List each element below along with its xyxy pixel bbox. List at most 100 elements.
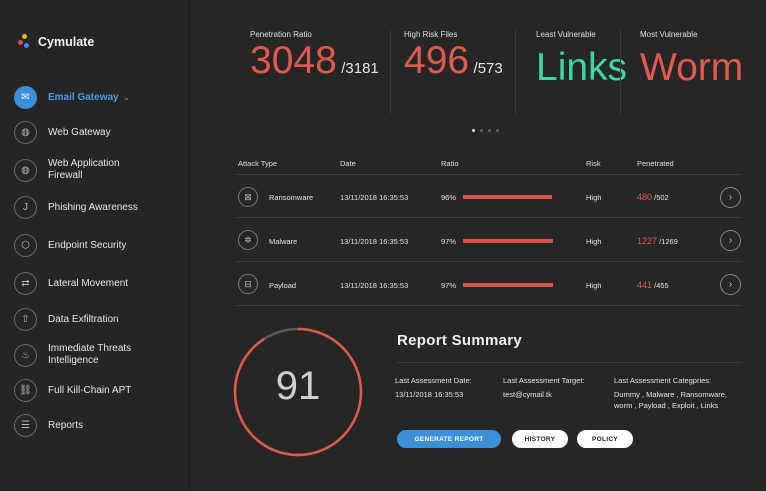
attack-type: Ransomware [269,193,314,202]
stat-value: Worm [640,46,744,89]
chevron-right-icon: › [728,192,733,203]
row-details-button[interactable]: › [720,230,741,251]
sidebar-item-label: Phishing Awareness [48,201,138,213]
penetrated-value: 441 [637,280,653,290]
sidebar-item-email-gateway[interactable]: ✉ Email Gateway ⌄ [14,86,184,109]
app-name: Cymulate [38,35,95,49]
column-header-attack-type: Attack Type [238,159,278,168]
shield-icon: ⬡ [14,234,37,257]
sidebar-item-label: Email Gateway [48,91,119,103]
divider [515,30,516,114]
sidebar-item-data-exfiltration[interactable]: ⇧ Data Exfiltration [14,308,184,331]
attack-risk: High [586,237,602,246]
carousel-dot[interactable] [480,129,483,132]
chevron-right-icon: › [728,235,733,246]
column-header-risk: Risk [586,159,601,168]
sidebar-item-web-gateway[interactable]: ◍ Web Gateway [14,121,184,144]
carousel-dots [472,129,499,132]
penetrated-count: 441 /455 [637,280,669,290]
sidebar-item-label: Full Kill-Chain APT [48,384,132,396]
divider [236,174,742,175]
attack-date: 13/11/2018 16:35:53 [340,193,409,202]
stat-value: Links [536,46,628,89]
sidebar-item-label: Web Gateway [48,126,111,138]
sidebar-item-label: Web Application Firewall [48,158,120,181]
last-assessment-target-value: test@cymail.tk [503,390,552,399]
sidebar-item-full-kill-chain-apt[interactable]: ⛓ Full Kill-Chain APT [14,379,184,402]
penetrated-total: /1269 [659,237,678,246]
penetrated-value: 480 [637,192,653,202]
divider [236,261,742,262]
attack-ratio: 96% [441,193,457,202]
penetrated-count: 480 /502 [637,192,669,202]
sidebar-item-label: Reports [48,419,84,431]
sidebar-item-web-application-firewall[interactable]: ◍ Web Application Firewall [14,158,184,182]
attack-ratio: 97% [441,237,457,246]
upload-icon: ⇧ [14,308,37,331]
generate-report-button[interactable]: GENERATE REPORT [397,430,501,448]
column-header-ratio: Ratio [441,159,459,168]
sidebar-item-label: Immediate Threats Intelligence [48,343,132,366]
column-header-date: Date [340,159,356,168]
ransomware-icon: ⊠ [238,187,258,207]
sidebar: Cymulate ✉ Email Gateway ⌄ ◍ Web Gateway… [0,0,190,491]
penetrated-total: /502 [654,193,669,202]
history-button[interactable]: HISTORY [512,430,568,448]
stat-most-vulnerable: Most Vulnerable Worm [640,30,743,114]
report-summary-title: Report Summary [397,332,523,349]
last-assessment-date-value: 13/11/2018 16:35:53 [395,390,464,399]
cymulate-logo-icon [18,34,32,50]
bug-icon: ✲ [238,230,258,250]
row-details-button[interactable]: › [720,274,741,295]
globe-icon: ◍ [14,121,37,144]
chain-icon: ⛓ [14,379,37,402]
sidebar-item-lateral-movement[interactable]: ⇄ Lateral Movement [14,272,184,295]
chevron-right-icon: › [728,279,733,290]
penetrated-value: 1227 [637,236,658,246]
flame-icon: ♨ [14,343,37,367]
attack-ratio: 97% [441,281,457,290]
stat-penetration-ratio: Penetration Ratio 3048 /3181 [250,30,379,114]
carousel-dot[interactable] [496,129,499,132]
attack-type: Payload [269,281,297,290]
ratio-bar [463,195,552,199]
row-details-button[interactable]: › [720,187,741,208]
stat-least-vulnerable: Least Vulnerable Links [536,30,627,114]
chevron-down-icon: ⌄ [122,92,131,102]
policy-button[interactable]: POLICY [577,430,633,448]
penetrated-total: /455 [654,281,669,290]
carousel-dot[interactable] [472,129,475,132]
hook-icon: J [14,196,37,219]
mail-icon: ✉ [14,86,37,109]
sidebar-item-label: Data Exfiltration [48,313,119,325]
logo[interactable]: Cymulate [18,34,94,50]
last-assessment-categories-line1: Dummy , Malware , Ransomware, [614,390,727,399]
stat-value: 496 [404,39,470,82]
report-icon: ☰ [14,414,37,437]
stat-high-risk-files: High Risk Files 496 /573 [404,30,503,114]
divider [236,305,742,306]
sidebar-item-phishing-awareness[interactable]: J Phishing Awareness [14,196,184,219]
column-header-penetrated: Penetrated [637,159,674,168]
stat-total: /3181 [341,60,379,77]
stat-label: Most Vulnerable [640,30,698,39]
stat-total: /573 [473,60,503,77]
globe-icon: ◍ [14,158,37,182]
stat-label: High Risk Files [404,30,458,39]
sidebar-item-reports[interactable]: ☰ Reports [14,414,184,437]
ratio-bar [463,239,553,243]
stat-value: 3048 [250,39,337,82]
stat-label: Penetration Ratio [250,30,312,39]
attack-risk: High [586,281,602,290]
briefcase-icon: ⊟ [238,274,258,294]
arrows-icon: ⇄ [14,272,37,295]
attack-date: 13/11/2018 16:35:53 [340,281,409,290]
divider [397,362,742,363]
attack-date: 13/11/2018 16:35:53 [340,237,409,246]
carousel-dot[interactable] [488,129,491,132]
stat-label: Least Vulnerable [536,30,596,39]
attack-type: Malware [269,237,298,246]
divider [236,217,742,218]
sidebar-item-immediate-threats-intelligence[interactable]: ♨ Immediate Threats Intelligence [14,343,184,367]
sidebar-item-endpoint-security[interactable]: ⬡ Endpoint Security [14,234,184,257]
